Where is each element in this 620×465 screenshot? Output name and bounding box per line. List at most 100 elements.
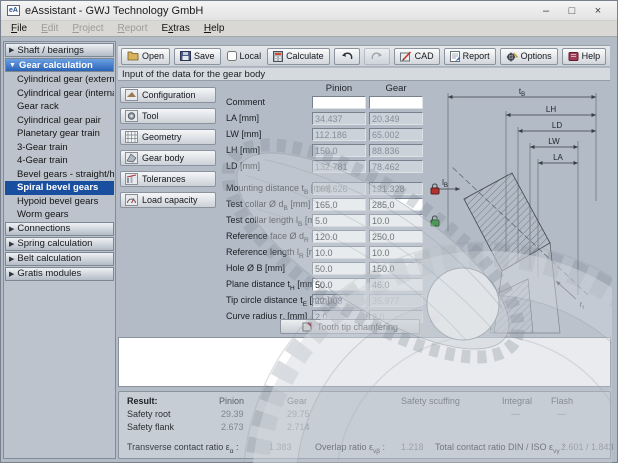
local-checkbox-input[interactable]	[226, 51, 237, 61]
sidebar-item-cylindrical-gear-external[interactable]: Cylindrical gear (external)	[5, 73, 114, 87]
sidebar-item-hypoid-bevel-gears[interactable]: Hypoid bevel gears	[5, 195, 114, 209]
menu-bar: File Edit Project Report Extras Help	[1, 21, 617, 37]
transverse-contact-ratio-value: 1.383	[269, 442, 292, 452]
chevron-right-icon: ▶	[9, 47, 15, 54]
la-label: LA [mm]	[226, 113, 260, 123]
sidebar-group-gear-calculation[interactable]: ▼ Gear calculation	[5, 58, 114, 72]
sidebar-item-spiral-bevel-gears[interactable]: Spiral bevel gears	[5, 181, 114, 195]
tooth-tip-chamfering-button[interactable]: Tooth tip chamfering	[280, 319, 420, 334]
chevron-right-icon: ▶	[9, 255, 15, 263]
app-body: ▶ Shaft / bearings ▼ Gear calculation Cyli…	[1, 37, 617, 463]
reference-face-diameter-pinion-input[interactable]	[312, 230, 366, 243]
sidebar-item-3-gear-train[interactable]: 3-Gear train	[5, 141, 114, 155]
redo-button	[363, 47, 390, 65]
lock-icon[interactable]	[428, 310, 441, 323]
help-button[interactable]: Help	[561, 47, 607, 65]
maximize-button[interactable]: □	[559, 2, 585, 20]
sidebar-group-connections[interactable]: ▶ Connections	[5, 221, 114, 236]
comment-pinion-input[interactable]	[312, 96, 366, 109]
local-checkbox[interactable]: Local	[225, 51, 264, 61]
overlap-ratio-value: 1.218	[401, 442, 424, 452]
comment-label: Comment	[226, 97, 266, 107]
test-collar-diameter-pinion-input[interactable]	[312, 198, 366, 211]
report-button[interactable]: Report	[443, 47, 496, 65]
menu-edit: Edit	[41, 23, 59, 34]
test-collar-length-gear-input[interactable]	[369, 214, 423, 227]
message-box	[118, 337, 611, 387]
sidebar-item-worm-gears[interactable]: Worm gears	[5, 208, 114, 222]
sidebar-item-planetary-gear-train[interactable]: Planetary gear train	[5, 127, 114, 141]
form-row-ld: LD [mm]	[118, 160, 610, 173]
sidebar-item-4-gear-train[interactable]: 4-Gear train	[5, 154, 114, 168]
open-button[interactable]: Open	[121, 47, 171, 65]
cad-button[interactable]: CAD	[393, 47, 440, 65]
main-area: Open Save Local Calculate CAD Report Opt…	[118, 37, 614, 463]
title-bar: eA eAssistant - GWJ Technology GmbH – □ …	[1, 1, 617, 21]
form-row-reference-face-diameter: Reference face Ø dR [mm]	[118, 230, 610, 244]
toolbar: Open Save Local Calculate CAD Report Opt…	[118, 45, 610, 67]
menu-help[interactable]: Help	[197, 22, 232, 35]
safety-scuffing-integral-value: ---	[511, 409, 520, 419]
hole-diameter-pinion-input[interactable]	[312, 262, 366, 275]
sidebar-group-belt-calculation[interactable]: ▶ Belt calculation	[5, 251, 114, 266]
form-row-lw: LW [mm]	[118, 128, 610, 141]
result-col-flash: Flash	[551, 396, 574, 406]
result-col-gear: Gear	[287, 396, 308, 406]
sidebar: ▶ Shaft / bearings ▼ Gear calculation Cyli…	[3, 41, 116, 459]
minimize-button[interactable]: –	[533, 2, 559, 20]
sidebar-item-cylindrical-gear-pair[interactable]: Cylindrical gear pair	[5, 114, 114, 128]
overlap-ratio-label: Overlap ratio εvβ :	[315, 442, 386, 455]
test-collar-length-pinion-input[interactable]	[312, 214, 366, 227]
result-title: Result:	[127, 396, 158, 406]
chevron-right-icon: ▶	[9, 225, 15, 233]
save-button[interactable]: Save	[174, 47, 221, 65]
window-title: eAssistant - GWJ Technology GmbH	[25, 4, 204, 17]
reference-length-gear-input[interactable]	[369, 246, 423, 259]
plane-distance-pinion-input[interactable]	[312, 278, 366, 291]
test-collar-diameter-gear-input[interactable]	[369, 198, 423, 211]
plane-distance-gear-input[interactable]	[369, 278, 423, 291]
test-collar-diameter-label: Test collar Ø dB [mm]	[226, 199, 311, 212]
result-col-integral: Integral	[502, 396, 533, 406]
sidebar-item-bevel-gears[interactable]: Bevel gears - straight/helical	[5, 168, 114, 182]
undo-button[interactable]	[333, 47, 360, 65]
form-row-hole-diameter: Hole Ø B [mm]	[118, 262, 610, 275]
calculator-icon	[273, 50, 284, 62]
options-button[interactable]: Options	[499, 47, 558, 65]
la-pinion-field	[312, 112, 366, 125]
form-row-plane-distance: Plane distance tH [mm]	[118, 278, 610, 292]
menu-file[interactable]: File	[4, 22, 34, 35]
report-document-icon	[449, 50, 460, 62]
form-row-lh: LH [mm]	[118, 144, 610, 157]
safety-root-pinion-value: 29.39	[221, 409, 244, 419]
tip-circle-distance-pinion-field	[312, 294, 366, 307]
sidebar-group-shaft-bearings[interactable]: ▶ Shaft / bearings	[5, 43, 114, 57]
sidebar-group-gratis-modules[interactable]: ▶ Gratis modules	[5, 266, 114, 281]
lock-icon[interactable]	[428, 182, 441, 195]
menu-project: Project	[72, 23, 104, 34]
lw-pinion-field	[312, 128, 366, 141]
chevron-down-icon: ▼	[9, 61, 16, 69]
pinion-column-header: Pinion	[325, 83, 353, 94]
sidebar-item-gear-rack[interactable]: Gear rack	[5, 100, 114, 114]
safety-flank-gear-value: 2.714	[287, 422, 310, 432]
redo-arrow-icon	[371, 52, 382, 60]
hole-diameter-gear-input[interactable]	[369, 262, 423, 275]
calculate-button[interactable]: Calculate	[267, 47, 330, 65]
reference-face-diameter-gear-input[interactable]	[369, 230, 423, 243]
reference-length-pinion-input[interactable]	[312, 246, 366, 259]
comment-gear-input[interactable]	[369, 96, 423, 109]
result-panel: Result: Pinion Gear Safety scuffing Inte…	[118, 391, 614, 459]
unlock-icon[interactable]	[428, 214, 441, 227]
chamfer-icon	[302, 322, 312, 332]
chevron-right-icon: ▶	[9, 240, 15, 248]
app-window: eA eAssistant - GWJ Technology GmbH – □ …	[0, 0, 618, 463]
close-button[interactable]: ×	[585, 2, 611, 20]
safety-scuffing-flash-value: ---	[557, 409, 566, 419]
form-row-test-collar-diameter: Test collar Ø dB [mm]	[118, 198, 610, 212]
sidebar-group-spring-calculation[interactable]: ▶ Spring calculation	[5, 236, 114, 251]
ld-pinion-field	[312, 160, 366, 173]
menu-extras[interactable]: Extras	[155, 22, 197, 35]
sidebar-item-cylindrical-gear-internal[interactable]: Cylindrical gear (internal)	[5, 87, 114, 101]
mounting-distance-gear-field	[369, 182, 423, 195]
